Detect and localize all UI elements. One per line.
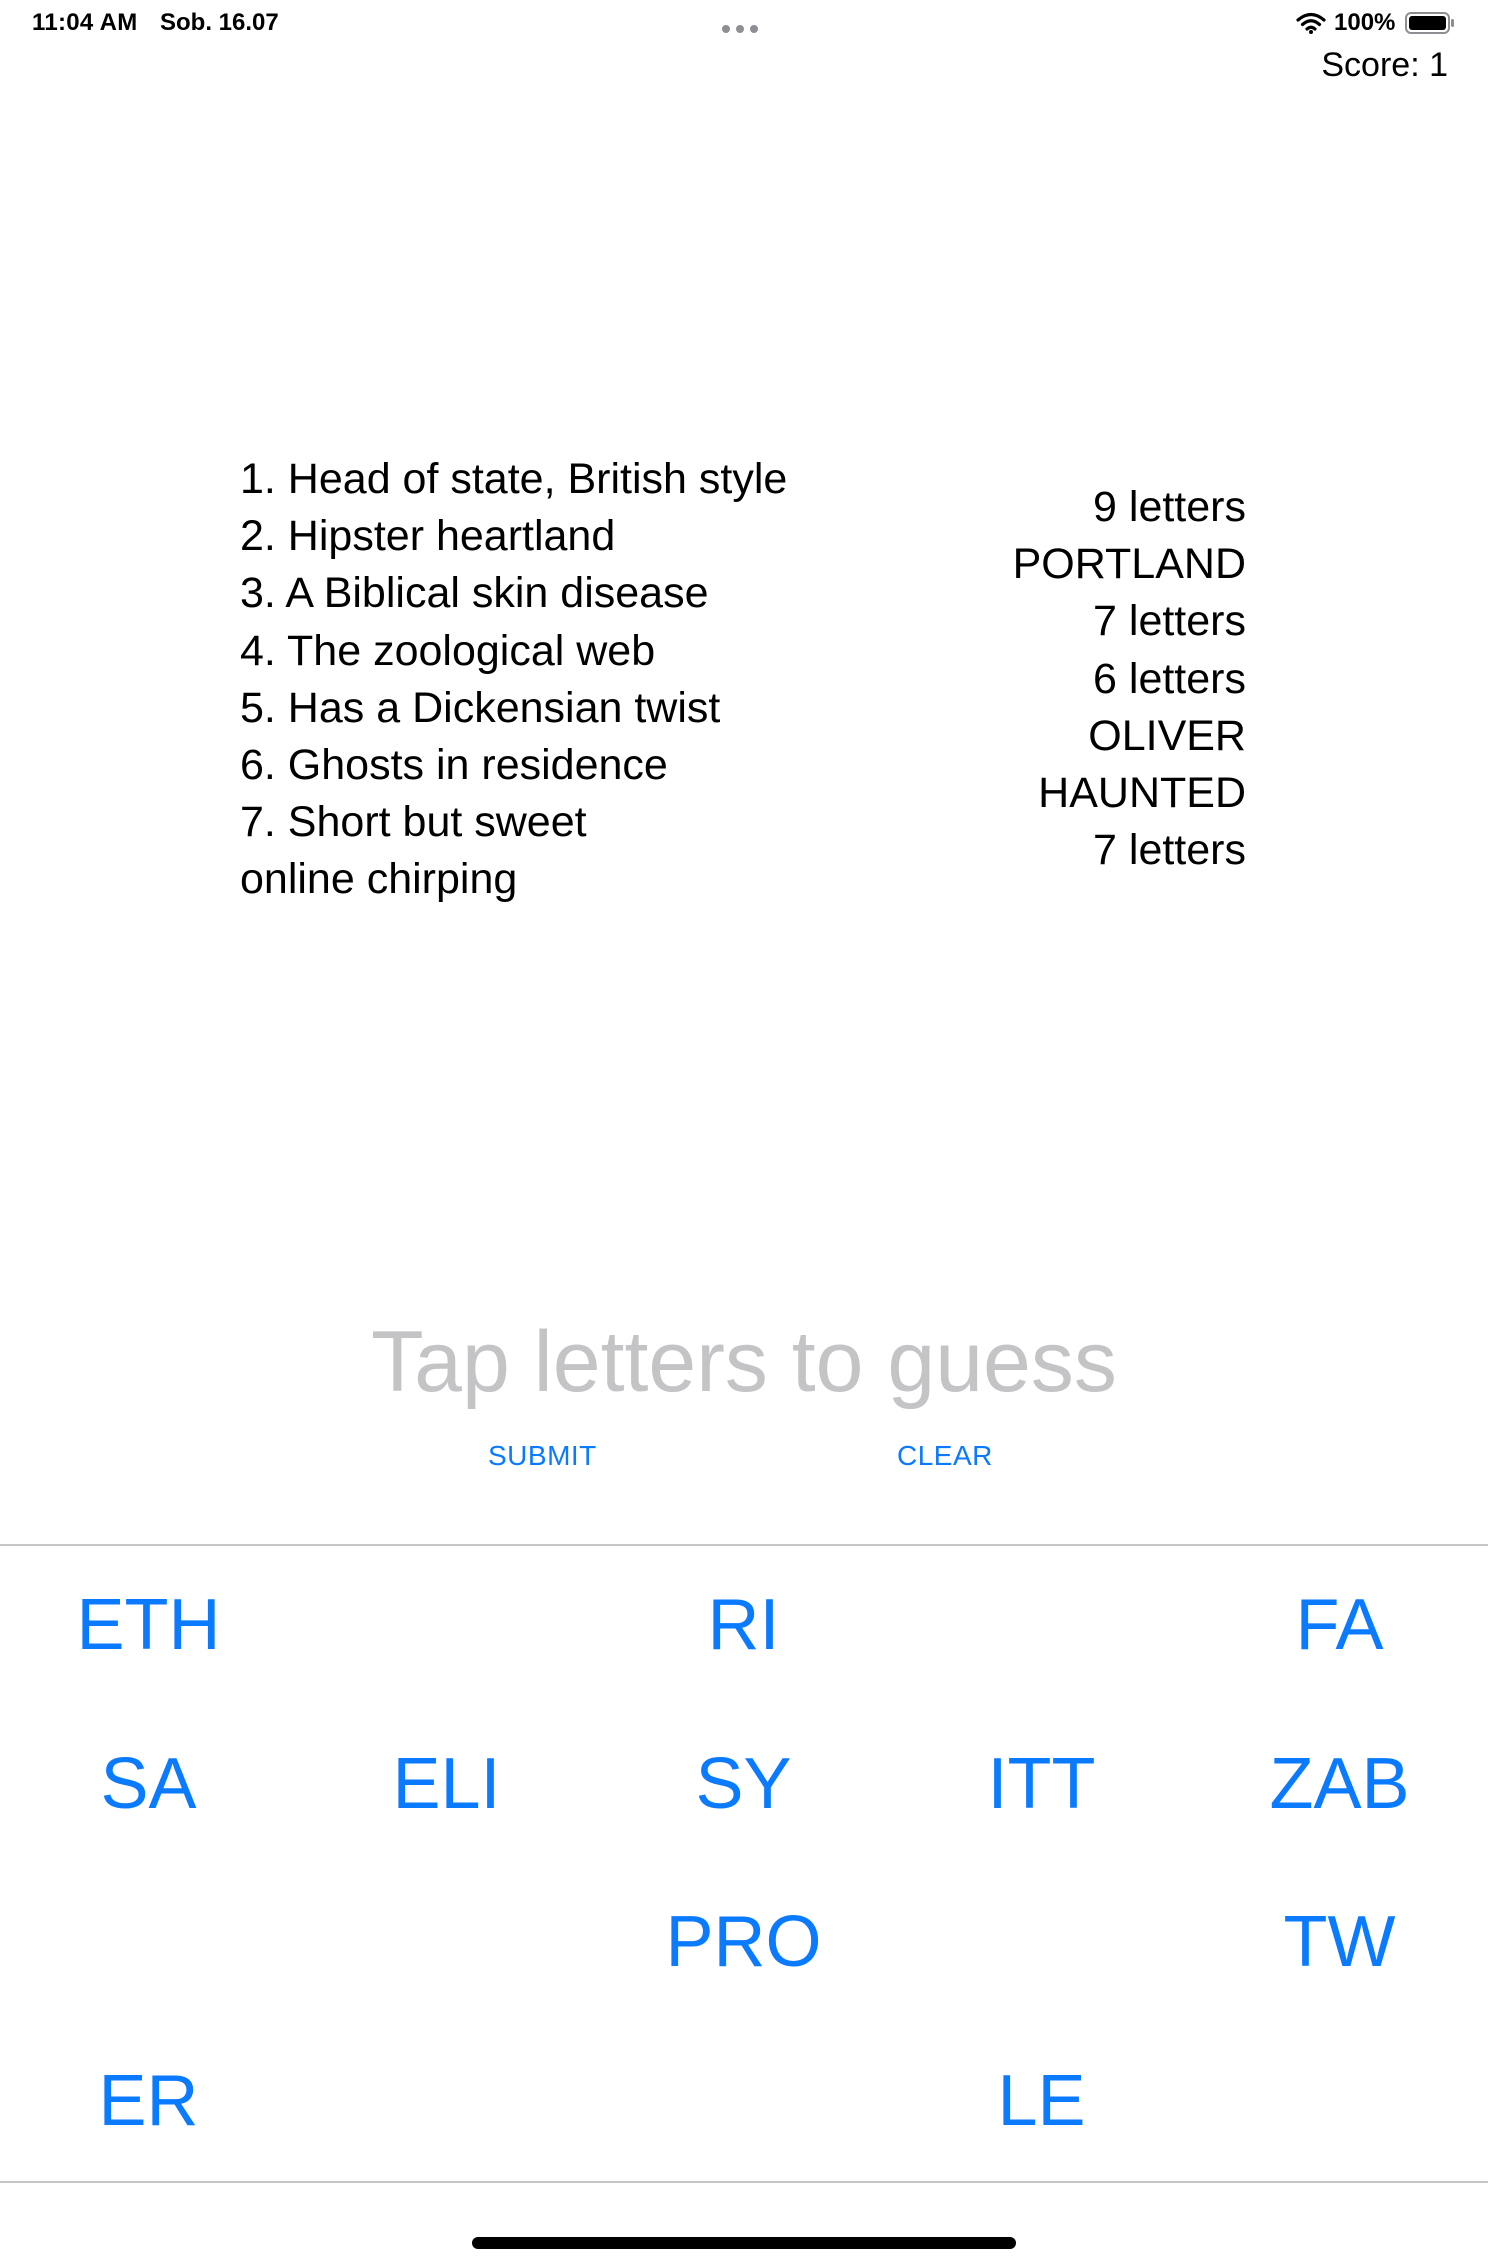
- letter-tile[interactable]: ELI: [298, 1705, 595, 1863]
- letter-tile[interactable]: ER: [0, 2022, 297, 2180]
- home-indicator[interactable]: [472, 2237, 1016, 2249]
- clue-line: 3. A Biblical skin disease: [240, 569, 709, 618]
- score-label: Score: 1: [1321, 46, 1448, 84]
- empty-tile-slot: [0, 1863, 297, 2021]
- letter-tile[interactable]: TW: [1191, 1863, 1488, 2021]
- answer-line: HAUNTED: [1038, 769, 1246, 818]
- clue-line: 7. Short but sweet: [240, 798, 587, 847]
- empty-tile-slot: [893, 1546, 1190, 1704]
- game-screen: 11:04 AM Sob. 16.07 100% Score: 1 1. Hea…: [0, 0, 1488, 2266]
- letter-tile[interactable]: RI: [595, 1546, 892, 1704]
- empty-tile-slot: [893, 1863, 1190, 2021]
- letter-tile[interactable]: ITT: [893, 1705, 1190, 1863]
- empty-tile-slot: [1191, 2022, 1488, 2180]
- clue-line: 6. Ghosts in residence: [240, 741, 668, 790]
- answer-line: 6 letters: [1093, 654, 1246, 703]
- clue-line: 4. The zoological web: [240, 626, 656, 675]
- multitask-dots-icon[interactable]: [722, 20, 766, 33]
- clue-list: 1. Head of state, British style 2. Hipst…: [240, 451, 860, 909]
- letter-tile[interactable]: LE: [893, 2022, 1190, 2180]
- empty-tile-slot: [298, 1863, 595, 2021]
- clue-line: 2. Hipster heartland: [240, 512, 616, 561]
- answer-list: 9 letters PORTLAND 7 letters 6 letters O…: [900, 479, 1246, 879]
- clue-line: online chirping: [240, 855, 518, 904]
- tiles-bottom-divider: [0, 2181, 1488, 2183]
- letter-tile[interactable]: ETH: [0, 1546, 297, 1704]
- clue-line: 5. Has a Dickensian twist: [240, 683, 721, 732]
- battery-percent: 100%: [1334, 9, 1396, 36]
- answer-line: 7 letters: [1093, 597, 1246, 646]
- status-time: 11:04 AM: [32, 9, 138, 36]
- empty-tile-slot: [298, 2022, 595, 2180]
- status-bar: 11:04 AM Sob. 16.07 100%: [0, 0, 1488, 46]
- clue-line: 1. Head of state, British style: [240, 455, 788, 503]
- answer-line: PORTLAND: [1012, 540, 1246, 589]
- letter-tile[interactable]: FA: [1191, 1546, 1488, 1704]
- battery-icon: [1405, 12, 1454, 34]
- current-guess-field: Tap letters to guess: [371, 1314, 1117, 1410]
- answer-line: OLIVER: [1088, 711, 1246, 760]
- empty-tile-slot: [595, 2022, 892, 2180]
- letter-tile[interactable]: SY: [595, 1705, 892, 1863]
- letter-tiles-grid: ETH RI FA SA ELI SY ITT ZAB PRO TW ER LE: [0, 1546, 1488, 2180]
- empty-tile-slot: [298, 1546, 595, 1704]
- answer-line: 9 letters: [1093, 483, 1246, 531]
- letter-tile[interactable]: ZAB: [1191, 1705, 1488, 1863]
- letter-tile[interactable]: SA: [0, 1705, 297, 1863]
- answer-line: 7 letters: [1093, 826, 1246, 875]
- wifi-icon: [1296, 12, 1326, 34]
- clear-button[interactable]: CLEAR: [897, 1440, 993, 1472]
- submit-button[interactable]: SUBMIT: [488, 1440, 597, 1472]
- letter-tile[interactable]: PRO: [595, 1863, 892, 2021]
- status-date: Sob. 16.07: [160, 9, 279, 36]
